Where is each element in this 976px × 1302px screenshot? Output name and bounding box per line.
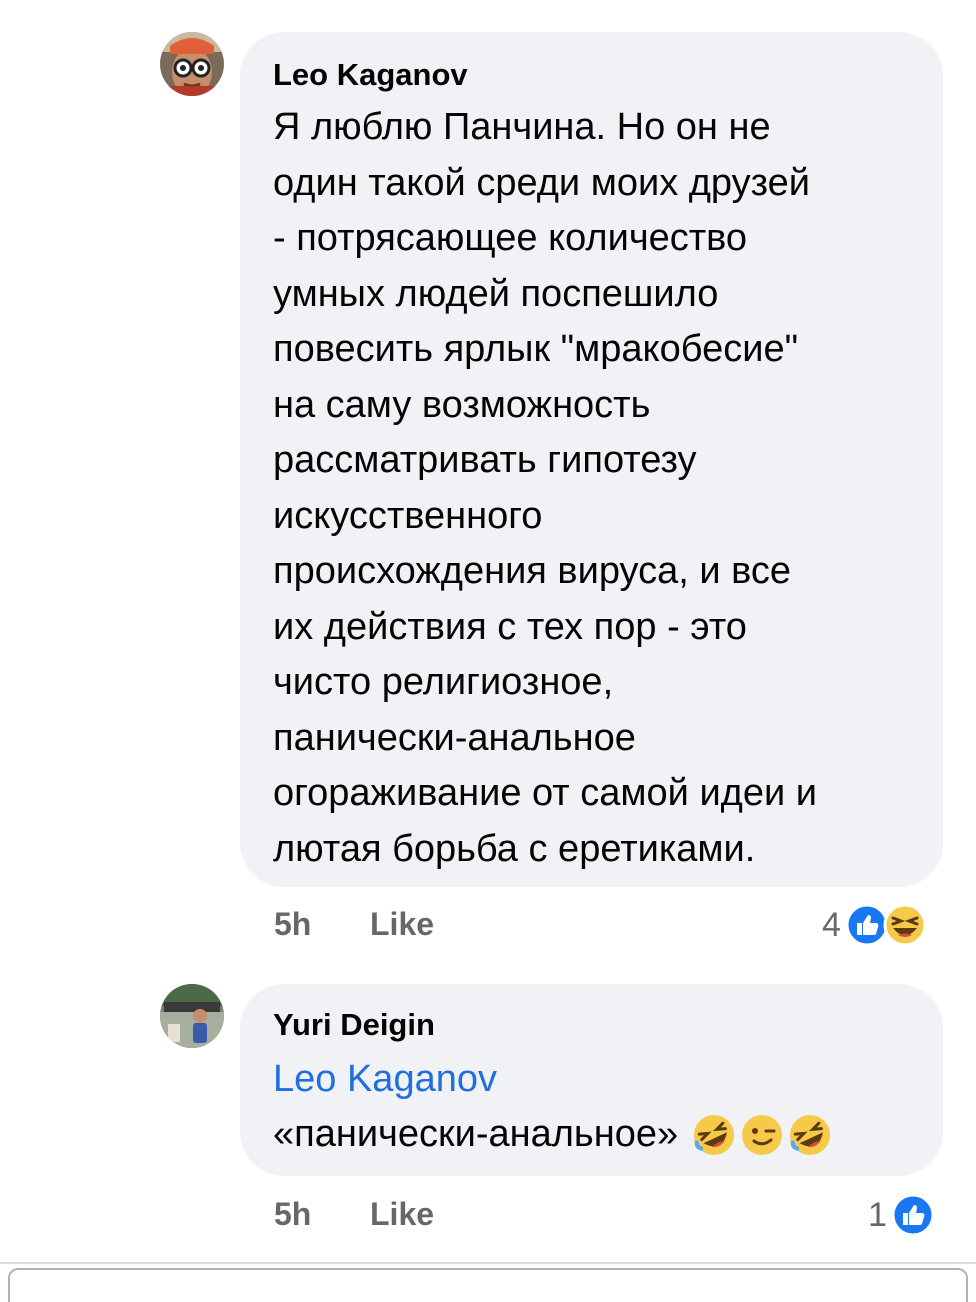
comment-author[interactable]: Leo Kaganov xyxy=(273,56,913,94)
like-button[interactable]: Like xyxy=(370,906,434,943)
comment-author[interactable]: Yuri Deigin xyxy=(273,1006,913,1044)
reaction-count: 4 xyxy=(822,905,841,944)
bottom-sheet-edge xyxy=(0,1262,976,1302)
comment-timestamp[interactable]: 5h xyxy=(274,906,311,943)
reaction-summary[interactable]: 1 xyxy=(868,1192,935,1238)
rofl-emoji-icon xyxy=(694,1114,735,1155)
inline-emojis xyxy=(692,1113,832,1157)
sheet-border xyxy=(8,1268,968,1302)
reaction-summary[interactable]: 4 xyxy=(822,902,927,948)
avatar[interactable] xyxy=(160,32,224,96)
wink-emoji-icon xyxy=(742,1114,783,1155)
comment-timestamp[interactable]: 5h xyxy=(274,1196,311,1233)
avatar[interactable] xyxy=(160,984,224,1048)
comment-actions: 5h Like xyxy=(274,1196,574,1240)
reaction-count: 1 xyxy=(868,1195,887,1234)
mention-link[interactable]: Leo Kaganov xyxy=(273,1052,913,1107)
comment-bubble: Leo Kaganov Я люблю Панчина. Но он не од… xyxy=(240,32,943,887)
comment-text: «панически-анальное» xyxy=(273,1112,679,1155)
like-button[interactable]: Like xyxy=(370,1196,434,1233)
like-icon xyxy=(891,1193,935,1237)
rofl-emoji-icon xyxy=(790,1114,831,1155)
laughing-emoji-icon xyxy=(883,903,927,947)
comment-actions: 5h Like xyxy=(274,906,574,950)
comment-bubble: Yuri Deigin Leo Kaganov «панически-аналь… xyxy=(240,984,943,1176)
comment-text-row: «панически-анальное» xyxy=(273,1107,913,1162)
comment-text: Я люблю Панчина. Но он не один такой сре… xyxy=(273,106,817,870)
